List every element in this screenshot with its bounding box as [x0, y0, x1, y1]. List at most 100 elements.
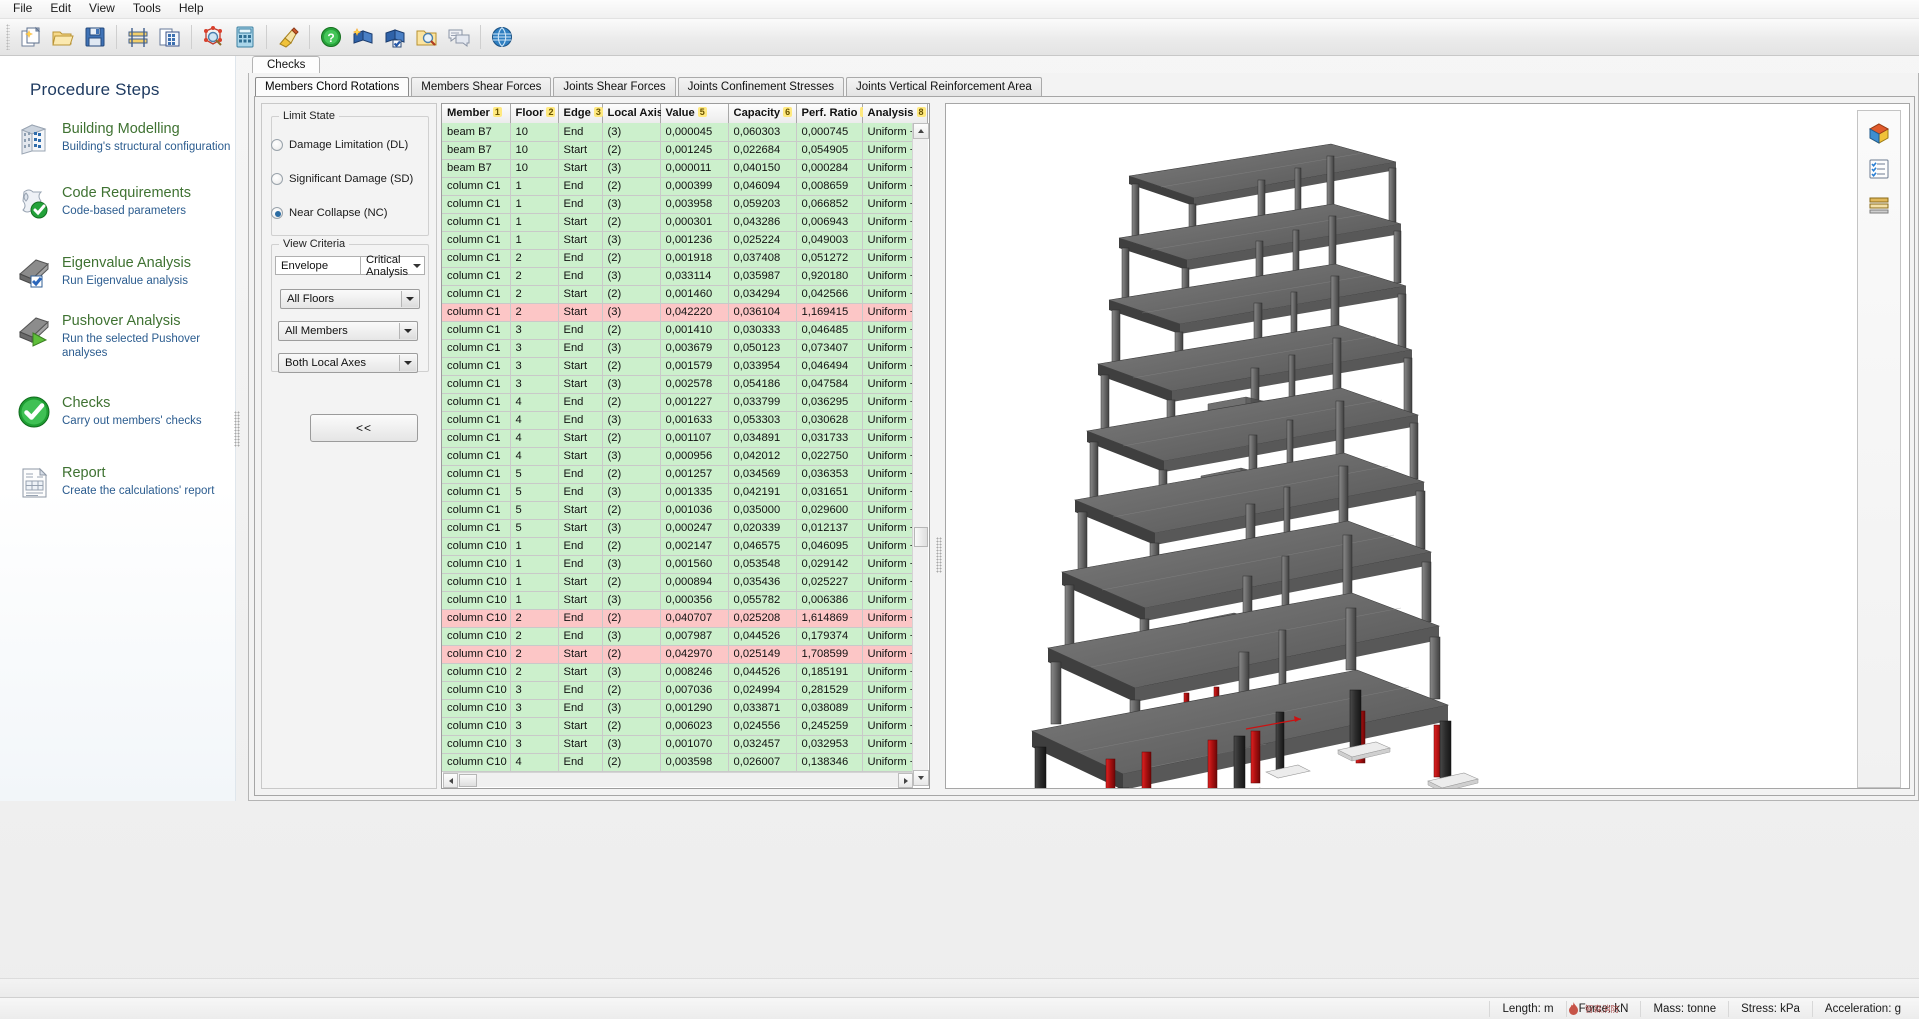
sidebar-item-code-requirements[interactable]: Code Requirements Code-based parameters	[0, 182, 235, 222]
table-row[interactable]: column C10 3 Start (2) 0,006023 0,024556 0,245…	[442, 717, 928, 736]
chevron-down-icon[interactable]	[399, 323, 416, 339]
menu-help[interactable]: Help	[170, 0, 213, 18]
table-row[interactable]: column C1 2 Start (3) 0,042220 0,036104 1,1694…	[442, 303, 928, 322]
table-row[interactable]: column C1 1 End (2) 0,000399 0,046094 0,008659…	[442, 177, 928, 196]
table-row[interactable]: column C1 4 End (2) 0,001227 0,033799 0,036295…	[442, 393, 928, 412]
table-row[interactable]: column C1 3 Start (3) 0,002578 0,054186 0,0475…	[442, 375, 928, 394]
radio-near-collapse[interactable]: Near Collapse (NC)	[271, 207, 388, 219]
toolbar-grip[interactable]	[6, 24, 10, 50]
render-mode-button[interactable]	[1864, 119, 1894, 147]
scroll-thumb[interactable]	[459, 774, 477, 787]
collapse-panel-button[interactable]: <<	[310, 414, 418, 442]
table-viewport-splitter[interactable]	[936, 537, 942, 573]
column-header-local-axis[interactable]: Local Axis4	[602, 104, 676, 124]
layers-button[interactable]	[1864, 191, 1894, 219]
chevron-down-icon[interactable]	[399, 355, 416, 371]
table-row[interactable]: column C10 2 End (3) 0,007987 0,044526 0,17937…	[442, 627, 928, 646]
table-row[interactable]: column C10 3 End (2) 0,007036 0,024994 0,28152…	[442, 681, 928, 700]
panel-resize-handle[interactable]	[234, 411, 240, 447]
sidebar-item-report[interactable]: Report Create the calculations' report	[0, 462, 235, 502]
table-row[interactable]: column C1 1 End (3) 0,003958 0,059203 0,066852…	[442, 195, 928, 214]
table-row[interactable]: column C1 2 Start (2) 0,001460 0,034294 0,0425…	[442, 285, 928, 304]
table-horizontal-scrollbar[interactable]	[443, 772, 913, 788]
table-row[interactable]: column C1 3 End (2) 0,001410 0,030333 0,046485…	[442, 321, 928, 340]
scroll-up-button[interactable]	[913, 123, 929, 139]
results-display-button[interactable]	[1864, 155, 1894, 183]
menu-edit[interactable]: Edit	[41, 0, 80, 18]
sidebar-item-eigenvalue-analysis[interactable]: Eigenvalue Analysis Run Eigenvalue analy…	[0, 252, 235, 292]
table-row[interactable]: column C10 1 End (3) 0,001560 0,053548 0,02914…	[442, 555, 928, 574]
table-row[interactable]: column C1 3 End (3) 0,003679 0,050123 0,073407…	[442, 339, 928, 358]
table-row[interactable]: column C10 3 End (3) 0,001290 0,033871 0,03808…	[442, 699, 928, 718]
table-vertical-scrollbar[interactable]	[912, 123, 929, 786]
verification-button[interactable]	[380, 22, 410, 52]
open-file-button[interactable]	[48, 22, 78, 52]
help-button[interactable]: ?	[316, 22, 346, 52]
sidebar-item-building-modelling[interactable]: Building Modelling Building's structural…	[0, 118, 235, 158]
column-header-floor[interactable]: Floor 2	[510, 104, 559, 124]
scroll-right-button[interactable]	[898, 773, 913, 788]
manual-button[interactable]	[348, 22, 378, 52]
menu-view[interactable]: View	[80, 0, 124, 18]
table-row[interactable]: column C1 3 Start (2) 0,001579 0,033954 0,0464…	[442, 357, 928, 376]
sidebar-item-pushover-analysis[interactable]: Pushover Analysis Run the selected Pusho…	[0, 310, 235, 360]
sidebar-item-checks[interactable]: Checks Carry out members' checks	[0, 392, 235, 432]
envelope-select[interactable]: Critical Analysis	[360, 254, 424, 278]
table-row[interactable]: column C1 4 Start (2) 0,001107 0,034891 0,0317…	[442, 429, 928, 448]
new-document-button[interactable]	[16, 22, 46, 52]
table-row[interactable]: column C1 5 End (3) 0,001335 0,042191 0,031651…	[442, 483, 928, 502]
axes-filter-combo[interactable]: Both Local Axes	[278, 353, 418, 373]
members-filter-combo[interactable]: All Members	[278, 321, 418, 341]
column-header-capacity[interactable]: Capacity 6	[728, 104, 797, 124]
table-row[interactable]: column C1 5 Start (2) 0,001036 0,035000 0,0296…	[442, 501, 928, 520]
menu-tools[interactable]: Tools	[124, 0, 170, 18]
save-button[interactable]	[80, 22, 110, 52]
column-header-perf-ratio[interactable]: Perf. Ratio7	[796, 104, 870, 124]
envelope-row[interactable]: Envelope Critical Analysis	[275, 254, 425, 278]
table-row[interactable]: column C10 3 Start (3) 0,001070 0,032457 0,032…	[442, 735, 928, 754]
model-3d-viewport[interactable]	[945, 103, 1910, 789]
scroll-down-button[interactable]	[913, 770, 929, 786]
appearance-button[interactable]	[273, 22, 303, 52]
menu-file[interactable]: File	[4, 0, 41, 18]
tab-members-shear-forces[interactable]: Members Shear Forces	[411, 77, 552, 97]
table-row[interactable]: column C10 4 End (2) 0,003598 0,026007 0,13834…	[442, 753, 928, 772]
table-row[interactable]: column C10 2 End (2) 0,040707 0,025208 1,61486…	[442, 609, 928, 628]
table-row[interactable]: column C1 4 End (3) 0,001633 0,053303 0,030628…	[442, 411, 928, 430]
table-row[interactable]: column C10 1 Start (2) 0,000894 0,035436 0,025…	[442, 573, 928, 592]
scroll-left-button[interactable]	[443, 773, 458, 788]
table-row[interactable]: column C10 1 Start (3) 0,000356 0,055782 0,006…	[442, 591, 928, 610]
tab-joints-confinement-stresses[interactable]: Joints Confinement Stresses	[677, 77, 845, 97]
column-header-analysis[interactable]: Analysis 8	[862, 104, 928, 124]
table-row[interactable]: column C1 5 End (2) 0,001257 0,034569 0,036353…	[442, 465, 928, 484]
web-button[interactable]	[487, 22, 517, 52]
radio-damage-limitation[interactable]: Damage Limitation (DL)	[271, 139, 408, 151]
floors-filter-combo[interactable]: All Floors	[280, 289, 420, 309]
column-header-value[interactable]: Value 5	[660, 104, 729, 124]
tab-members-chord-rotations[interactable]: Members Chord Rotations	[255, 77, 410, 98]
table-body-scroll[interactable]: beam B7 10 End (3) 0,000045 0,060303 0,000745 U…	[442, 123, 929, 785]
support-button[interactable]	[444, 22, 474, 52]
table-row[interactable]: column C10 2 Start (2) 0,042970 0,025149 1,708…	[442, 645, 928, 664]
table-row[interactable]: column C1 4 Start (3) 0,000956 0,042012 0,0227…	[442, 447, 928, 466]
table-row[interactable]: column C1 2 End (3) 0,033114 0,035987 0,920180…	[442, 267, 928, 286]
table-row[interactable]: beam B7 10 End (3) 0,000045 0,060303 0,000745 U…	[442, 123, 928, 142]
table-row[interactable]: column C1 5 Start (3) 0,000247 0,020339 0,0121…	[442, 519, 928, 538]
table-row[interactable]: column C10 2 Start (3) 0,008246 0,044526 0,185…	[442, 663, 928, 682]
building-copy-button[interactable]	[155, 22, 185, 52]
calculator-button[interactable]	[230, 22, 260, 52]
scroll-thumb[interactable]	[914, 527, 928, 547]
table-row[interactable]: beam B7 10 Start (3) 0,000011 0,040150 0,00028…	[442, 159, 928, 178]
chevron-down-icon[interactable]	[401, 291, 418, 307]
sections-button[interactable]	[123, 22, 153, 52]
table-row[interactable]: beam B7 10 Start (2) 0,001245 0,022684 0,05490…	[442, 141, 928, 160]
table-row[interactable]: column C1 1 Start (2) 0,000301 0,043286 0,0069…	[442, 213, 928, 232]
tab-joints-shear-forces[interactable]: Joints Shear Forces	[553, 77, 676, 97]
tab-joints-vertical-reinforcement-area[interactable]: Joints Vertical Reinforcement Area	[846, 77, 1042, 97]
table-row[interactable]: column C10 1 End (2) 0,002147 0,046575 0,04609…	[442, 537, 928, 556]
column-header-edge[interactable]: Edge 3	[558, 104, 603, 124]
column-header-member[interactable]: Member 1	[442, 104, 511, 124]
radio-significant-damage[interactable]: Significant Damage (SD)	[271, 173, 413, 185]
table-row[interactable]: column C1 2 End (2) 0,001918 0,037408 0,051272…	[442, 249, 928, 268]
table-row[interactable]: column C1 1 Start (3) 0,001236 0,025224 0,0490…	[442, 231, 928, 250]
